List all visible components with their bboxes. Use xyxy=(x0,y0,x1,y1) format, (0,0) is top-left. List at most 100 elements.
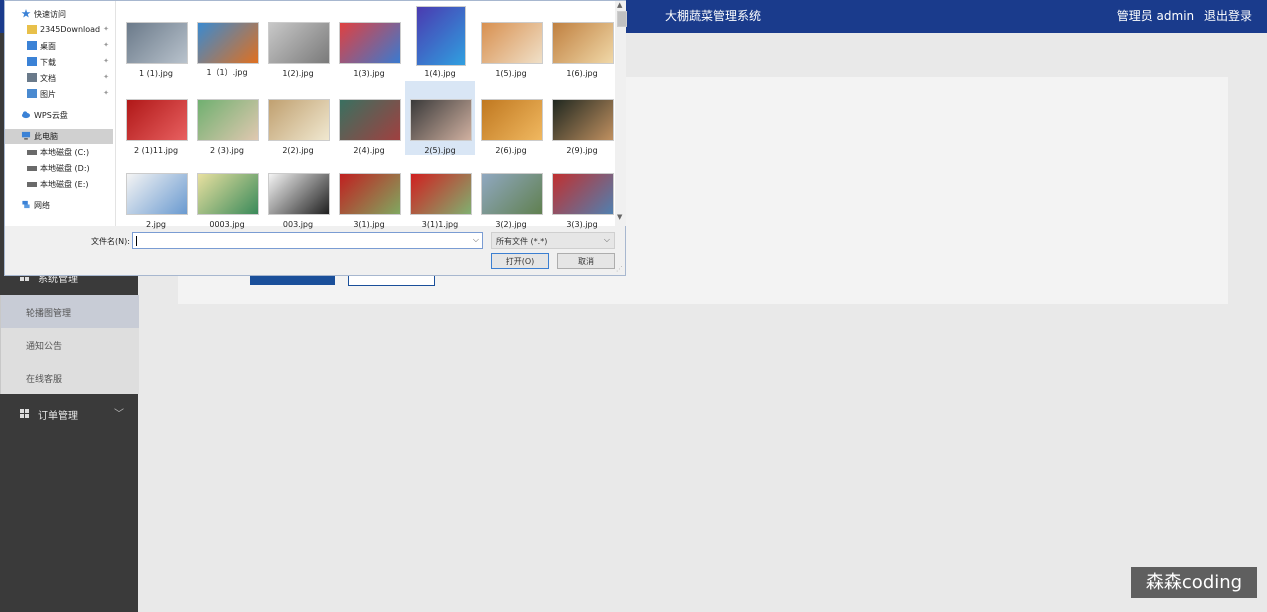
nav-label: WPS云盘 xyxy=(34,111,68,120)
nav-drive-1[interactable]: 本地磁盘 (D:) xyxy=(5,161,113,176)
file-name: 3(3).jpg xyxy=(566,220,598,229)
pin-icon: ✦ xyxy=(103,57,109,65)
image-thumbnail xyxy=(126,173,188,215)
filename-input[interactable]: ⌵ xyxy=(132,232,483,249)
file-item[interactable]: 1(2).jpg xyxy=(263,4,333,78)
scroll-thumb[interactable] xyxy=(617,11,627,27)
file-item[interactable]: 1（1）.jpg xyxy=(192,4,262,78)
file-item[interactable]: 2(5).jpg xyxy=(405,81,475,155)
image-thumbnail xyxy=(552,22,614,64)
open-button[interactable]: 打开(O) xyxy=(491,253,549,269)
file-item[interactable]: 3(1)1.jpg xyxy=(405,155,475,229)
folder-icon xyxy=(27,25,37,34)
file-name: 2(2).jpg xyxy=(282,146,314,155)
file-open-dialog: 快速访问 2345Download ✦ 桌面 ✦ 下载 ✦ 文档 ✦ 图片 ✦ WPS云盘 此电脑… xyxy=(4,0,627,276)
file-name: 1(4).jpg xyxy=(424,69,456,78)
file-name: 2(4).jpg xyxy=(353,146,385,155)
image-thumbnail xyxy=(416,6,466,66)
file-name: 1（1）.jpg xyxy=(206,68,248,77)
file-item[interactable]: 1 (1).jpg xyxy=(121,4,191,78)
file-name: 1(5).jpg xyxy=(495,69,527,78)
nav-this-pc[interactable]: 此电脑 xyxy=(5,129,113,144)
file-item[interactable]: 1(6).jpg xyxy=(547,4,617,78)
image-thumbnail xyxy=(339,22,401,64)
scroll-down-icon[interactable]: ▼ xyxy=(617,213,622,221)
scrollbar[interactable]: ▲ ▼ xyxy=(616,1,627,226)
app-title: 大棚蔬菜管理系统 xyxy=(665,9,762,23)
pin-icon: ✦ xyxy=(103,41,109,49)
pictures-icon xyxy=(27,89,37,98)
cloud-icon xyxy=(21,111,31,119)
file-item[interactable]: 2.jpg xyxy=(121,155,191,229)
pin-icon: ✦ xyxy=(103,89,109,97)
nav-item-2[interactable]: 下载 ✦ xyxy=(5,55,113,70)
file-type-value: 所有文件 (*.*) xyxy=(496,237,548,246)
file-item[interactable]: 3(2).jpg xyxy=(476,155,546,229)
image-thumbnail xyxy=(197,99,259,141)
scroll-up-icon[interactable]: ▲ xyxy=(617,1,622,9)
menu-group-orders[interactable]: 订单管理 ﹀ xyxy=(0,397,138,431)
image-thumbnail xyxy=(552,173,614,215)
image-thumbnail xyxy=(268,173,330,215)
image-thumbnail xyxy=(197,22,259,64)
file-item[interactable]: 1(3).jpg xyxy=(334,4,404,78)
image-thumbnail xyxy=(126,99,188,141)
nav-quick-access[interactable]: 快速访问 xyxy=(5,7,113,22)
sidebar-item-label: 轮播图管理 xyxy=(26,309,72,319)
file-name: 1 (1).jpg xyxy=(139,69,173,78)
nav-drive-2[interactable]: 本地磁盘 (E:) xyxy=(5,177,113,192)
sidebar-item-label: 通知公告 xyxy=(26,342,63,352)
nav-item-4[interactable]: 图片 ✦ xyxy=(5,87,113,102)
computer-icon xyxy=(21,131,31,140)
file-name: 2.jpg xyxy=(145,220,166,229)
nav-drive-0[interactable]: 本地磁盘 (C:) xyxy=(5,145,113,160)
nav-label: 本地磁盘 (C:) xyxy=(40,148,90,157)
logout-link[interactable]: 退出登录 xyxy=(1204,9,1252,23)
chevron-down-icon: ⌵ xyxy=(603,235,610,244)
file-name: 2(6).jpg xyxy=(495,146,527,155)
filename-label: 文件名(N): xyxy=(91,237,130,246)
sidebar-item-carousel[interactable]: 轮播图管理 xyxy=(0,295,139,328)
file-item[interactable]: 3(1).jpg xyxy=(334,155,404,229)
file-item[interactable]: 2 (3).jpg xyxy=(192,81,262,155)
file-item[interactable]: 0003.jpg xyxy=(192,155,262,229)
file-item[interactable]: 2 (1)11.jpg xyxy=(121,81,191,155)
sidebar-item-online-service[interactable]: 在线客服 xyxy=(0,361,139,394)
file-name: 2 (1)11.jpg xyxy=(133,146,179,155)
nav-wps-cloud[interactable]: WPS云盘 xyxy=(5,108,113,123)
nav-label: 桌面 xyxy=(40,42,56,51)
nav-item-3[interactable]: 文档 ✦ xyxy=(5,71,113,86)
nav-item-0[interactable]: 2345Download ✦ xyxy=(5,23,113,38)
resize-grip-icon[interactable]: ⋰ xyxy=(616,265,623,273)
file-type-select[interactable]: 所有文件 (*.*) ⌵ xyxy=(491,232,615,249)
image-thumbnail xyxy=(339,99,401,141)
nav-label: 此电脑 xyxy=(34,132,58,141)
file-item[interactable]: 2(6).jpg xyxy=(476,81,546,155)
file-item[interactable]: 003.jpg xyxy=(263,155,333,229)
pin-icon: ✦ xyxy=(103,25,109,33)
file-name: 3(2).jpg xyxy=(495,220,527,229)
chevron-down-icon: ﹀ xyxy=(114,409,124,420)
file-name: 2(5).jpg xyxy=(424,146,456,155)
file-item[interactable]: 1(4).jpg xyxy=(405,4,475,78)
sidebar-item-notice[interactable]: 通知公告 xyxy=(0,328,139,361)
nav-item-1[interactable]: 桌面 ✦ xyxy=(5,39,113,54)
file-item[interactable]: 3(3).jpg xyxy=(547,155,617,229)
file-item[interactable]: 2(4).jpg xyxy=(334,81,404,155)
grid-icon xyxy=(20,409,29,418)
file-item[interactable]: 2(2).jpg xyxy=(263,81,333,155)
nav-network[interactable]: 网络 xyxy=(5,198,113,213)
image-thumbnail xyxy=(481,173,543,215)
image-thumbnail xyxy=(552,99,614,141)
file-name: 2 (3).jpg xyxy=(210,146,244,155)
desktop-icon xyxy=(27,41,37,50)
chevron-down-icon[interactable]: ⌵ xyxy=(473,235,479,245)
image-thumbnail xyxy=(410,99,472,141)
file-name: 1(2).jpg xyxy=(282,69,314,78)
file-item[interactable]: 2(9).jpg xyxy=(547,81,617,155)
cancel-button[interactable]: 取消 xyxy=(557,253,615,269)
nav-label: 网络 xyxy=(34,201,50,210)
file-item[interactable]: 1(5).jpg xyxy=(476,4,546,78)
drive-icon xyxy=(27,166,37,171)
navigation-pane: 快速访问 2345Download ✦ 桌面 ✦ 下载 ✦ 文档 ✦ 图片 ✦ WPS云盘 此电脑… xyxy=(5,1,116,226)
